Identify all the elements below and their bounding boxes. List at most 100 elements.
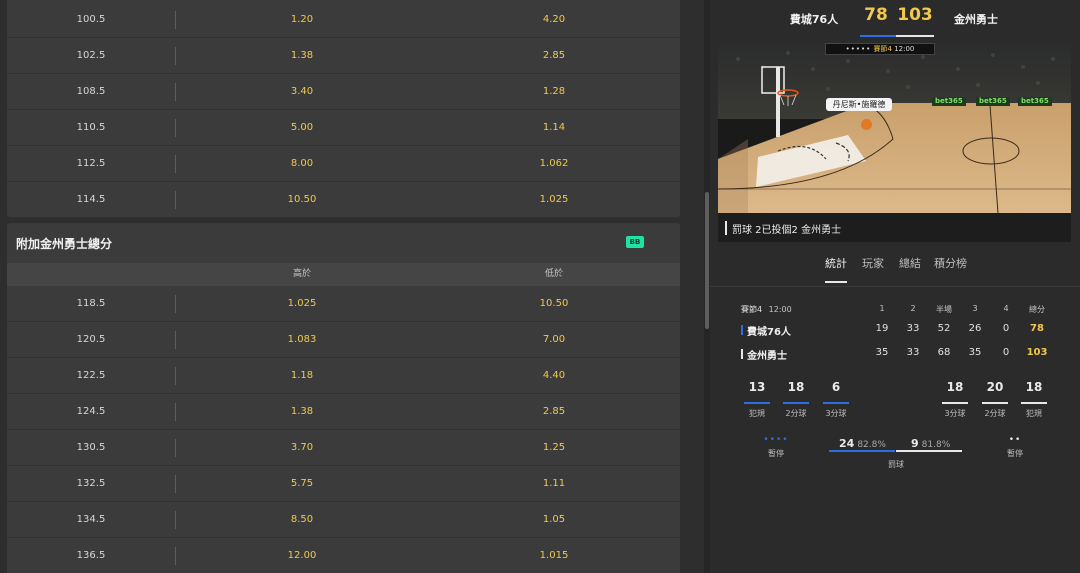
away-team-marker bbox=[741, 349, 743, 359]
court-graphic bbox=[718, 39, 1071, 213]
under-odds[interactable]: 7.00 bbox=[428, 322, 680, 358]
over-odds[interactable]: 3.40 bbox=[176, 74, 428, 110]
over-odds[interactable]: 1.18 bbox=[176, 358, 428, 394]
under-odds[interactable]: 1.14 bbox=[428, 110, 680, 146]
box-away-q4: 0 bbox=[1002, 347, 1010, 358]
under-odds[interactable]: 10.50 bbox=[428, 286, 680, 322]
box-away-q2: 33 bbox=[906, 347, 920, 358]
event-team-marker bbox=[725, 221, 727, 235]
scoreboard-header: 費城76人 78 103 金州勇士 bbox=[710, 0, 1080, 37]
box-home-q2: 33 bbox=[906, 323, 920, 334]
clock-quarter: 賽節4 bbox=[873, 45, 892, 53]
home-2pt-label: 2分球 bbox=[785, 409, 807, 418]
header-q4: 4 bbox=[1003, 304, 1009, 313]
under-odds[interactable]: 1.28 bbox=[428, 74, 680, 110]
box-period-time: 12:00 bbox=[768, 305, 792, 314]
odds-row: 118.5 1.025 10.50 bbox=[7, 286, 680, 322]
over-odds[interactable]: 10.50 bbox=[176, 182, 428, 218]
tab-summary[interactable]: 總結 bbox=[899, 255, 921, 271]
under-odds[interactable]: 1.015 bbox=[428, 538, 680, 573]
possession-dots: ••••• bbox=[845, 45, 872, 53]
tab-players[interactable]: 玩家 bbox=[862, 255, 884, 271]
under-odds[interactable]: 1.025 bbox=[428, 182, 680, 218]
box-row-away: 金州勇士 35 33 68 35 0 103 bbox=[710, 347, 1080, 363]
odds-row: 136.5 12.00 1.015 bbox=[7, 538, 680, 573]
tab-standings[interactable]: 積分榜 bbox=[934, 255, 967, 271]
tab-stats[interactable]: 統計 bbox=[825, 255, 847, 271]
home-color-bar bbox=[860, 35, 896, 37]
over-odds[interactable]: 1.083 bbox=[176, 322, 428, 358]
away-3pt-label: 3分球 bbox=[944, 409, 966, 418]
last-event-bar: 罰球 2已投個2 金州勇士 bbox=[718, 213, 1071, 242]
away-fouls-label: 犯規 bbox=[1026, 409, 1042, 418]
home-ft-pct: 82.8% bbox=[857, 440, 886, 450]
home-timeout-dots: •••• bbox=[763, 435, 789, 445]
box-home-q1: 19 bbox=[875, 323, 889, 334]
under-odds[interactable]: 1.05 bbox=[428, 502, 680, 538]
home-timeout-label: 暫停 bbox=[768, 449, 784, 458]
away-3pt-stat: 18 3分球 bbox=[940, 380, 970, 419]
scrollbar-thumb[interactable] bbox=[705, 192, 709, 329]
over-odds[interactable]: 8.00 bbox=[176, 146, 428, 182]
box-period: 賽節4 12:00 bbox=[741, 304, 792, 315]
over-odds[interactable]: 3.70 bbox=[176, 430, 428, 466]
under-odds[interactable]: 1.11 bbox=[428, 466, 680, 502]
under-odds[interactable]: 2.85 bbox=[428, 394, 680, 430]
handicap-line: 118.5 bbox=[76, 298, 106, 309]
home-fouls-underline bbox=[744, 402, 770, 404]
active-tab-underline bbox=[825, 281, 847, 283]
away-ft-pct: 81.8% bbox=[921, 440, 951, 450]
under-odds[interactable]: 2.85 bbox=[428, 38, 680, 74]
under-odds[interactable]: 1.25 bbox=[428, 430, 680, 466]
basketball-icon bbox=[861, 119, 872, 130]
odds-row: 132.5 5.75 1.11 bbox=[7, 466, 680, 502]
home-free-throws: 24 82.8% bbox=[839, 432, 886, 451]
header-q2: 2 bbox=[910, 304, 916, 313]
last-event-text: 罰球 2已投個2 金州勇士 bbox=[732, 225, 842, 236]
odds-row: 102.5 1.38 2.85 bbox=[7, 38, 680, 74]
over-odds[interactable]: 1.38 bbox=[176, 38, 428, 74]
court-visualization: ••••• 賽節4 12:00 bet365 bet365 bet365 丹尼斯… bbox=[718, 39, 1071, 213]
over-odds[interactable]: 1.025 bbox=[176, 286, 428, 322]
away-2pt-stat: 20 2分球 bbox=[980, 380, 1010, 419]
under-odds[interactable]: 1.062 bbox=[428, 146, 680, 182]
handicap-line: 110.5 bbox=[76, 122, 106, 133]
sponsor-board-2: bet365 bbox=[976, 97, 1010, 106]
away-3pt-underline bbox=[942, 402, 968, 404]
box-home-q3: 26 bbox=[968, 323, 982, 334]
match-tabs: 統計 玩家 總結 積分榜 bbox=[710, 255, 1080, 285]
odds-row: 108.5 3.40 1.28 bbox=[7, 74, 680, 110]
odds-row: 122.5 1.18 4.40 bbox=[7, 358, 680, 394]
home-2pt-value: 18 bbox=[787, 380, 805, 394]
player-name-tag: 丹尼斯•施羅德 bbox=[826, 98, 892, 111]
over-odds[interactable]: 5.75 bbox=[176, 466, 428, 502]
header-q3: 3 bbox=[972, 304, 978, 313]
away-3pt-value: 18 bbox=[946, 380, 964, 394]
odds-row: 100.5 1.20 4.20 bbox=[7, 2, 680, 38]
home-3pt-value: 6 bbox=[831, 380, 841, 394]
over-odds[interactable]: 1.20 bbox=[176, 2, 428, 38]
column-header: 高於 低於 bbox=[7, 263, 680, 286]
away-color-bar bbox=[896, 35, 934, 37]
odds-row: 120.5 1.083 7.00 bbox=[7, 322, 680, 358]
over-odds[interactable]: 12.00 bbox=[176, 538, 428, 573]
under-odds[interactable]: 4.40 bbox=[428, 358, 680, 394]
under-odds[interactable]: 4.20 bbox=[428, 2, 680, 38]
handicap-line: 134.5 bbox=[76, 514, 106, 525]
home-timeouts: •••• 暫停 bbox=[756, 436, 796, 459]
home-2pt-underline bbox=[783, 402, 809, 404]
handicap-line: 108.5 bbox=[76, 86, 106, 97]
over-odds[interactable]: 1.38 bbox=[176, 394, 428, 430]
over-odds[interactable]: 5.00 bbox=[176, 110, 428, 146]
market-title[interactable]: 附加金州勇士總分 bbox=[16, 235, 112, 252]
header-half: 半場 bbox=[936, 305, 952, 314]
home-ft-bar bbox=[829, 450, 895, 452]
over-odds[interactable]: 8.50 bbox=[176, 502, 428, 538]
box-home-name: 費城76人 bbox=[747, 327, 791, 338]
away-2pt-underline bbox=[982, 402, 1008, 404]
handicap-line: 124.5 bbox=[76, 406, 106, 417]
away-ft-bar bbox=[896, 450, 962, 452]
box-period-label: 賽節4 bbox=[741, 305, 763, 314]
market-card-warriors-total: 附加金州勇士總分 BB 高於 低於 118.5 1.025 10.50 120.5 1.… bbox=[7, 223, 680, 573]
odds-row: 124.5 1.38 2.85 bbox=[7, 394, 680, 430]
